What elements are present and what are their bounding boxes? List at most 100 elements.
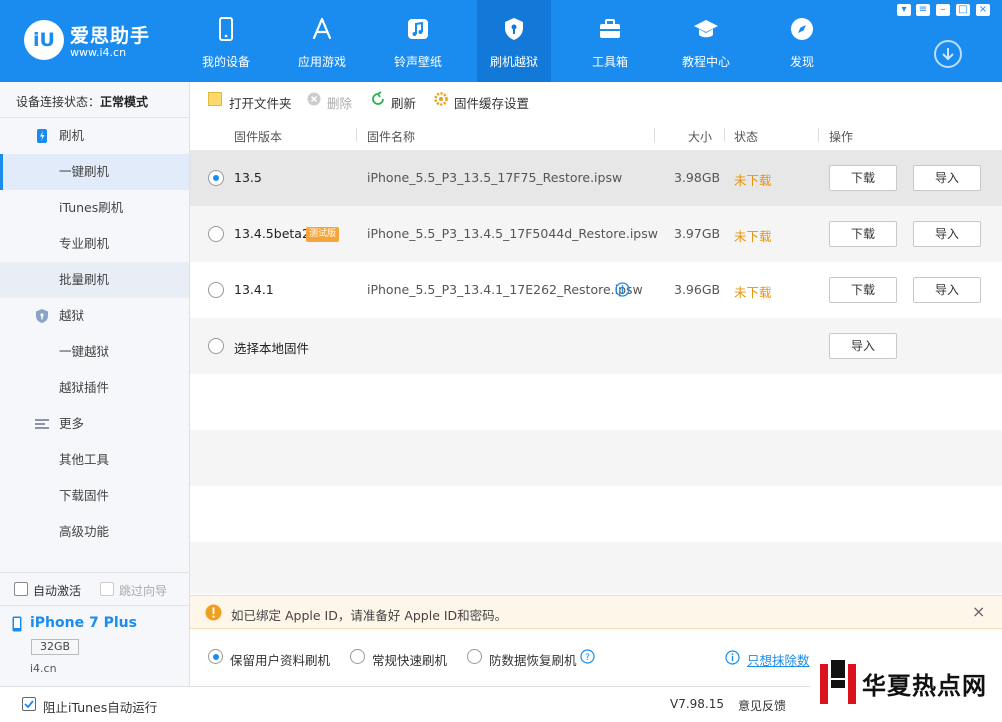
folder-icon xyxy=(208,92,222,106)
import-button[interactable]: 导入 xyxy=(913,277,981,303)
skin-button[interactable]: ▾ xyxy=(897,4,911,16)
download-button[interactable]: 下载 xyxy=(829,165,897,191)
firmware-version: 13.4.5beta2 xyxy=(234,226,310,241)
firmware-row[interactable]: 13.5 iPhone_5.5_P3_13.5_17F75_Restore.ip… xyxy=(190,150,1002,206)
nav-apps-games[interactable]: 应用游戏 xyxy=(285,0,359,82)
empty-row xyxy=(190,430,1002,486)
download-button[interactable]: 下载 xyxy=(829,277,897,303)
close-notice-icon[interactable]: × xyxy=(972,602,985,621)
minimize-button[interactable]: – xyxy=(936,4,950,16)
menu-icon xyxy=(35,419,49,429)
sidebar-label: 其他工具 xyxy=(59,452,110,467)
keep-data-radio[interactable] xyxy=(208,649,223,664)
music-icon xyxy=(408,19,428,39)
sidebar-head-more[interactable]: 更多 xyxy=(0,406,189,442)
feedback-link[interactable]: 意见反馈 xyxy=(738,697,786,714)
firmware-radio[interactable] xyxy=(208,170,224,186)
firmware-row[interactable]: 13.4.5beta2 测试版 iPhone_5.5_P3_13.4.5_17F… xyxy=(190,206,1002,262)
col-divider xyxy=(724,128,725,142)
firmware-version: 13.5 xyxy=(234,170,262,185)
logo-badge: iU xyxy=(24,20,64,60)
info-icon xyxy=(725,650,740,665)
nav-label: 刷机越狱 xyxy=(489,55,538,69)
anti-recovery-label: 防数据恢复刷机 xyxy=(489,653,577,668)
sidebar-label: iTunes刷机 xyxy=(59,200,124,215)
check-icon xyxy=(24,700,34,709)
erase-only-link[interactable]: 只想抹除数 xyxy=(747,650,810,669)
notice-text: 如已绑定 Apple ID，请准备好 Apple ID和密码。 xyxy=(231,608,508,623)
svg-text:?: ? xyxy=(585,653,590,663)
watermark-logo-icon xyxy=(820,660,856,704)
beta-badge: 测试版 xyxy=(306,227,340,242)
nav-toolbox[interactable]: 工具箱 xyxy=(573,0,647,82)
app-name: 爱思助手 xyxy=(70,25,151,47)
sidebar-item-itunes-flash[interactable]: iTunes刷机 xyxy=(0,190,189,226)
refresh-button[interactable]: 刷新 xyxy=(391,93,416,112)
auto-activate-label: 自动激活 xyxy=(33,584,82,598)
shield-icon xyxy=(36,309,48,323)
device-name: iPhone 7 Plus xyxy=(30,615,137,631)
col-divider xyxy=(818,128,819,142)
apple-id-notice: 如已绑定 Apple ID，请准备好 Apple ID和密码。 × xyxy=(190,595,1002,629)
sidebar-item-pro-flash[interactable]: 专业刷机 xyxy=(0,226,189,262)
auto-activate-checkbox[interactable] xyxy=(14,582,28,596)
nav-flash-jailbreak[interactable]: 刷机越狱 xyxy=(477,0,551,82)
import-button[interactable]: 导入 xyxy=(913,221,981,247)
help-icon[interactable]: ? xyxy=(580,649,595,664)
nav-discover[interactable]: 发现 xyxy=(765,0,839,82)
download-button[interactable]: 下载 xyxy=(829,221,897,247)
col-divider xyxy=(654,128,655,142)
sidebar-head-jailbreak[interactable]: 越狱 xyxy=(0,298,189,334)
local-firmware-radio[interactable] xyxy=(208,338,224,354)
toolbar: 打开文件夹 删除 刷新 固件缓存设置 xyxy=(190,82,1002,120)
nav-my-device[interactable]: 我的设备 xyxy=(189,0,263,82)
sidebar-item-download-firmware[interactable]: 下载固件 xyxy=(0,478,189,514)
compass-icon xyxy=(791,18,813,40)
firmware-radio[interactable] xyxy=(208,226,224,242)
sidebar-options: 自动激活 跳过向导 xyxy=(0,572,189,606)
local-firmware-label: 选择本地固件 xyxy=(234,341,310,356)
quick-flash-label: 常规快速刷机 xyxy=(372,653,448,668)
sidebar-label: 更多 xyxy=(59,416,85,431)
nav-label: 教程中心 xyxy=(681,55,730,69)
sidebar-item-jailbreak-plugins[interactable]: 越狱插件 xyxy=(0,370,189,406)
block-itunes-checkbox[interactable] xyxy=(22,697,36,711)
nav-ringtones[interactable]: 铃声壁纸 xyxy=(381,0,455,82)
local-firmware-row[interactable]: 选择本地固件 导入 xyxy=(190,318,1002,374)
sidebar-label: 一键越狱 xyxy=(59,344,110,359)
sidebar-item-advanced[interactable]: 高级功能 xyxy=(0,514,189,550)
nav-tutorials[interactable]: 教程中心 xyxy=(669,0,743,82)
sidebar-item-one-click-jailbreak[interactable]: 一键越狱 xyxy=(0,334,189,370)
status-value: 正常模式 xyxy=(100,95,149,109)
sidebar-item-batch-flash[interactable]: 批量刷机 xyxy=(0,262,189,298)
maximize-button[interactable]: □ xyxy=(956,4,970,16)
gear-icon xyxy=(434,92,448,106)
firmware-row[interactable]: 13.4.1 iPhone_5.5_P3_13.4.1_17E262_Resto… xyxy=(190,262,1002,318)
sidebar-item-one-click-flash[interactable]: 一键刷机 xyxy=(0,154,189,190)
menu-button[interactable]: ≡ xyxy=(916,4,930,16)
device-info: iPhone 7 Plus 32GB i4.cn xyxy=(0,606,189,686)
firmware-size: 3.96GB xyxy=(674,282,721,297)
open-folder-button[interactable]: 打开文件夹 xyxy=(229,93,292,112)
col-size: 大小 xyxy=(688,130,713,144)
download-manager-button[interactable] xyxy=(934,40,962,68)
anti-recovery-radio[interactable] xyxy=(467,649,482,664)
close-button[interactable]: × xyxy=(976,4,990,16)
local-import-button[interactable]: 导入 xyxy=(829,333,897,359)
firmware-radio[interactable] xyxy=(208,282,224,298)
firmware-version: 13.4.1 xyxy=(234,282,274,297)
col-version: 固件版本 xyxy=(234,130,283,144)
import-button[interactable]: 导入 xyxy=(913,165,981,191)
cache-settings-button[interactable]: 固件缓存设置 xyxy=(454,93,529,112)
sidebar-head-flash[interactable]: 刷机 xyxy=(0,118,189,154)
skip-guide-checkbox[interactable] xyxy=(100,582,114,596)
quick-flash-radio[interactable] xyxy=(350,649,365,664)
block-itunes-label: 阻止iTunes自动运行 xyxy=(43,700,158,715)
delete-icon xyxy=(307,92,321,106)
firmware-size: 3.97GB xyxy=(674,226,721,241)
sidebar-label: 刷机 xyxy=(59,128,85,143)
sidebar-item-other-tools[interactable]: 其他工具 xyxy=(0,442,189,478)
info-icon[interactable] xyxy=(615,282,630,297)
app-logo: iU 爱思助手 www.i4.cn xyxy=(24,18,164,64)
delete-button[interactable]: 删除 xyxy=(327,93,352,112)
